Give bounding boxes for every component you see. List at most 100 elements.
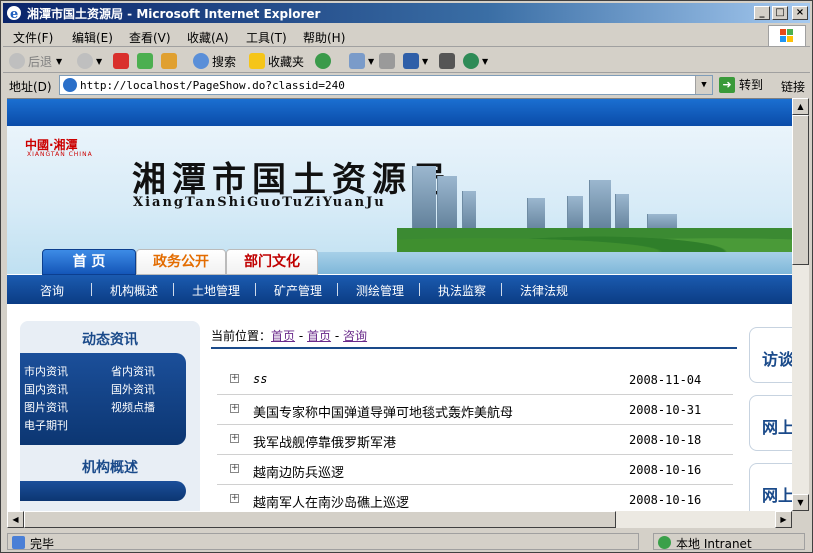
- link-foreign-news[interactable]: 国外资讯: [111, 381, 155, 397]
- dropdown-arrow-icon: ▼: [422, 56, 429, 66]
- minimize-button[interactable]: _: [754, 6, 770, 20]
- breadcrumb-divider: [211, 347, 737, 349]
- search-label: 搜索: [212, 54, 237, 69]
- nav-mineral-mgmt[interactable]: 矿产管理: [274, 282, 322, 299]
- word-icon: [403, 53, 419, 69]
- search-button[interactable]: 搜索: [193, 52, 236, 70]
- discuss-button[interactable]: [439, 52, 458, 70]
- tab-home[interactable]: 首 页: [42, 249, 136, 275]
- address-url: http://localhost/PageShow.do?classid=240: [80, 79, 345, 92]
- mail-button[interactable]: ▼: [349, 52, 374, 70]
- print-icon: [379, 53, 395, 69]
- edit-button[interactable]: ▼: [403, 52, 428, 70]
- maximize-button[interactable]: □: [772, 6, 788, 20]
- expand-icon: +: [230, 403, 239, 413]
- favorites-button[interactable]: 收藏夹: [249, 52, 304, 70]
- expand-icon: +: [230, 493, 239, 503]
- link-province-news[interactable]: 省内资讯: [111, 363, 155, 379]
- breadcrumb-home[interactable]: 首页: [307, 329, 331, 343]
- nav-separator: [255, 283, 256, 296]
- scroll-down-button[interactable]: ▼: [792, 494, 809, 511]
- forward-button[interactable]: ▼: [77, 52, 102, 70]
- star-icon: [249, 53, 265, 69]
- stop-button[interactable]: [113, 52, 132, 70]
- link-video[interactable]: 视频点播: [111, 399, 155, 415]
- nav-survey-mgmt[interactable]: 测绘管理: [356, 282, 404, 299]
- browser-window: e 湘潭市国土资源局 - Microsoft Internet Explorer…: [0, 0, 813, 553]
- address-dropdown-button[interactable]: ▼: [695, 76, 712, 94]
- menu-edit[interactable]: 编辑(E): [72, 29, 113, 46]
- nav-land-mgmt[interactable]: 土地管理: [192, 282, 240, 299]
- nav-org-overview[interactable]: 机构概述: [110, 282, 158, 299]
- home-icon: [161, 53, 177, 69]
- address-label: 地址(D): [9, 80, 52, 94]
- menu-file[interactable]: 文件(F): [13, 29, 53, 46]
- horizontal-scrollbar[interactable]: ◀ ▶: [7, 511, 792, 528]
- breadcrumb: 当前位置：首页 - 首页 - 咨询: [211, 327, 367, 344]
- link-e-journal[interactable]: 电子期刊: [24, 417, 68, 433]
- online-banner[interactable]: 网上: [749, 395, 792, 451]
- refresh-icon: [137, 53, 153, 69]
- refresh-button[interactable]: [137, 52, 156, 70]
- tab-gov-affairs[interactable]: 政务公开: [136, 249, 226, 275]
- breadcrumb-sep: -: [298, 329, 304, 343]
- news-date: 2008-10-16: [629, 493, 702, 507]
- close-button[interactable]: ×: [792, 6, 808, 20]
- nav-law-enforcement[interactable]: 执法监察: [438, 282, 486, 299]
- news-title[interactable]: ss: [253, 372, 267, 386]
- menu-help[interactable]: 帮助(H): [303, 29, 345, 46]
- history-icon: [315, 53, 331, 69]
- link-city-news[interactable]: 市内资讯: [24, 363, 68, 379]
- breadcrumb-home[interactable]: 首页: [271, 329, 295, 343]
- list-item[interactable]: + 美国专家称中国弹道导弹可地毯式轰炸美航母 2008-10-31: [217, 395, 733, 425]
- breadcrumb-consult[interactable]: 咨询: [343, 329, 367, 343]
- go-button[interactable]: ➜ 转到: [719, 76, 763, 93]
- list-item[interactable]: + 越南军人在南沙岛礁上巡逻 2008-10-16: [217, 485, 733, 511]
- online-banner-2[interactable]: 网上: [749, 463, 792, 511]
- link-photo-news[interactable]: 图片资讯: [24, 399, 68, 415]
- menu-view[interactable]: 查看(V): [129, 29, 171, 46]
- news-title[interactable]: 越南军人在南沙岛礁上巡逻: [253, 492, 409, 511]
- link-domestic-news[interactable]: 国内资讯: [24, 381, 68, 397]
- breadcrumb-sep: -: [334, 329, 340, 343]
- address-bar: 地址(D) http://localhost/PageShow.do?class…: [3, 74, 810, 96]
- tab-dept-culture[interactable]: 部门文化: [226, 249, 318, 275]
- nav-consult[interactable]: 咨询: [40, 282, 64, 299]
- title-bar: e 湘潭市国土资源局 - Microsoft Internet Explorer…: [3, 3, 810, 23]
- back-label: 后退: [28, 54, 53, 69]
- home-button[interactable]: [161, 52, 180, 70]
- print-button[interactable]: [379, 52, 398, 70]
- nav-separator: [173, 283, 174, 296]
- nav-laws[interactable]: 法律法规: [520, 282, 568, 299]
- news-title[interactable]: 我军战舰停靠俄罗斯军港: [253, 432, 396, 451]
- scroll-up-button[interactable]: ▲: [792, 98, 809, 115]
- horizontal-scroll-thumb[interactable]: [24, 511, 616, 528]
- back-button[interactable]: 后退 ▼: [9, 52, 62, 70]
- menu-tools[interactable]: 工具(T): [246, 29, 287, 46]
- interview-banner[interactable]: 访谈: [749, 327, 792, 383]
- vertical-scroll-thumb[interactable]: [792, 115, 809, 265]
- zone-text: 本地 Intranet: [676, 537, 752, 551]
- messenger-button[interactable]: ▼: [463, 52, 488, 70]
- tree-line: [397, 228, 792, 252]
- nav-separator: [419, 283, 420, 296]
- news-category-box: 市内资讯 省内资讯 国内资讯 国外资讯 图片资讯 视频点播 电子期刊: [20, 353, 186, 445]
- address-input[interactable]: http://localhost/PageShow.do?classid=240…: [59, 75, 713, 95]
- windows-logo: [768, 25, 806, 47]
- scroll-right-button[interactable]: ▶: [775, 511, 792, 528]
- breadcrumb-prefix: 当前位置：: [211, 329, 272, 343]
- list-item[interactable]: + 越南边防兵巡逻 2008-10-16: [217, 455, 733, 485]
- links-button[interactable]: 链接: [781, 78, 805, 95]
- history-button[interactable]: [315, 52, 334, 70]
- news-title[interactable]: 越南边防兵巡逻: [253, 462, 344, 481]
- favorites-label: 收藏夹: [268, 54, 305, 69]
- page-done-icon: [12, 536, 25, 549]
- news-title[interactable]: 美国专家称中国弹道导弹可地毯式轰炸美航母: [253, 402, 513, 421]
- scroll-left-button[interactable]: ◀: [7, 511, 24, 528]
- list-item[interactable]: + 我军战舰停靠俄罗斯军港 2008-10-18: [217, 425, 733, 455]
- menu-favorites[interactable]: 收藏(A): [187, 29, 229, 46]
- windows-flag-icon: [780, 29, 793, 42]
- list-item[interactable]: + ss 2008-11-04: [217, 365, 733, 395]
- stop-icon: [113, 53, 129, 69]
- vertical-scrollbar[interactable]: ▲ ▼: [792, 98, 809, 511]
